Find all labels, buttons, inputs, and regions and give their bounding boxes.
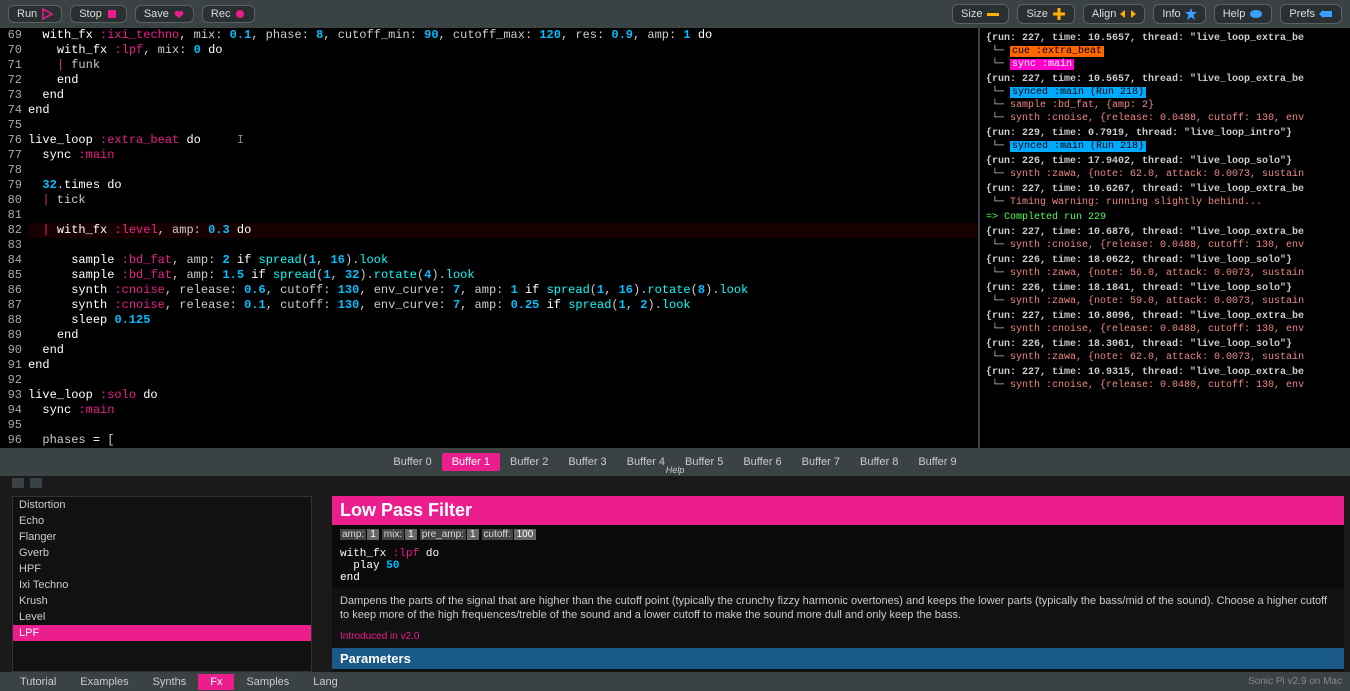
run-button[interactable]: Run — [8, 5, 62, 23]
buffer-tabs: Buffer 0Buffer 1Buffer 2Buffer 3Buffer 4… — [0, 448, 1350, 476]
footer-tab[interactable]: Samples — [234, 674, 301, 690]
buffer-tab[interactable]: Buffer 9 — [908, 453, 966, 471]
size-plus-button[interactable]: Size — [1017, 4, 1074, 24]
buffer-tab[interactable]: Buffer 3 — [558, 453, 616, 471]
footer-tab[interactable]: Fx — [198, 674, 234, 690]
top-toolbar: Run Stop Save Rec Size Size Align Info H… — [0, 0, 1350, 28]
doc-title: Low Pass Filter — [332, 496, 1344, 525]
buffer-tab[interactable]: Buffer 7 — [792, 453, 850, 471]
buffer-tab[interactable]: Buffer 8 — [850, 453, 908, 471]
prefix-strip — [0, 476, 1350, 492]
fx-item[interactable]: Krush — [13, 593, 311, 609]
line-gutter: 69 70 71 72 73 74 75 76 77 78 79 80 81 8… — [0, 28, 28, 448]
doc-param-chips: amp:1mix:1pre_amp:1cutoff:100 — [332, 525, 1344, 544]
help-pane: DistortionEchoFlangerGverbHPFIxi TechnoK… — [0, 492, 1350, 672]
doc-panel: Low Pass Filter amp:1mix:1pre_amp:1cutof… — [332, 496, 1344, 672]
fx-item[interactable]: Distortion — [13, 497, 311, 513]
doc-example: with_fx :lpf do play 50 end — [332, 544, 1344, 588]
code-editor[interactable]: 69 70 71 72 73 74 75 76 77 78 79 80 81 8… — [0, 28, 980, 448]
info-button[interactable]: Info — [1153, 4, 1205, 24]
fx-list[interactable]: DistortionEchoFlangerGverbHPFIxi TechnoK… — [12, 496, 312, 672]
buffer-tab[interactable]: Buffer 1 — [442, 453, 500, 471]
fx-item[interactable]: Flanger — [13, 529, 311, 545]
size-minus-button[interactable]: Size — [952, 4, 1009, 24]
rec-button[interactable]: Rec — [202, 5, 256, 23]
align-button[interactable]: Align — [1083, 4, 1145, 24]
stop-button[interactable]: Stop — [70, 5, 127, 23]
fx-item[interactable]: LPF — [13, 625, 311, 641]
fx-item[interactable]: Echo — [13, 513, 311, 529]
code-body[interactable]: with_fx :ixi_techno, mix: 0.1, phase: 8,… — [28, 28, 978, 448]
buffer-tab[interactable]: Buffer 2 — [500, 453, 558, 471]
log-panel[interactable]: {run: 227, time: 10.5657, thread: "live_… — [980, 28, 1350, 448]
buffer-tab[interactable]: Buffer 0 — [383, 453, 441, 471]
help-label: Help — [666, 465, 685, 475]
save-button[interactable]: Save — [135, 5, 194, 23]
fx-item[interactable]: HPF — [13, 561, 311, 577]
doc-description: Dampens the parts of the signal that are… — [332, 588, 1344, 629]
help-button[interactable]: Help — [1214, 4, 1273, 24]
footer-tab[interactable]: Tutorial — [8, 674, 68, 690]
footer-tab[interactable]: Lang — [301, 674, 349, 690]
version-label: Sonic Pi v2.9 on Mac — [1248, 676, 1342, 687]
footer-tab[interactable]: Synths — [141, 674, 199, 690]
footer-tab[interactable]: Examples — [68, 674, 140, 690]
doc-introduced: Introduced in v2.0 — [332, 629, 1344, 644]
fx-item[interactable]: Gverb — [13, 545, 311, 561]
fx-item[interactable]: Ixi Techno — [13, 577, 311, 593]
buffer-tab[interactable]: Buffer 6 — [733, 453, 791, 471]
prefs-button[interactable]: Prefs — [1280, 4, 1342, 24]
main-area: 69 70 71 72 73 74 75 76 77 78 79 80 81 8… — [0, 28, 1350, 448]
fx-item[interactable]: Level — [13, 609, 311, 625]
doc-parameters-header: Parameters — [332, 648, 1344, 669]
